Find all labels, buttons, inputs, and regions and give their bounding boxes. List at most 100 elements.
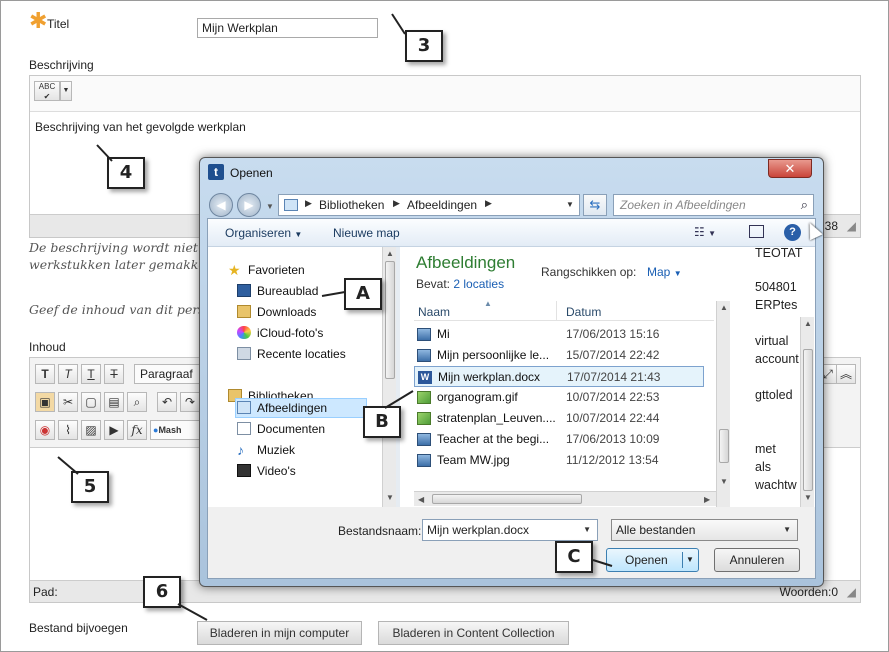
organize-label: Organiseren <box>225 226 292 240</box>
search-box[interactable]: Zoeken in Afbeeldingen ⌕ <box>613 194 814 216</box>
crumb-bibliotheken[interactable]: Bibliotheken <box>319 198 384 212</box>
filename-dropdown-icon[interactable]: ▼ <box>583 525 591 534</box>
content-label: Inhoud <box>29 340 66 354</box>
spellcheck-dropdown-icon[interactable]: ▼ <box>60 81 72 101</box>
description-note-line1: De beschrijving wordt niet a <box>29 240 210 255</box>
browse-content-collection-button[interactable]: Bladeren in Content Collection <box>378 621 569 645</box>
dialog-title: Openen <box>230 166 273 180</box>
find-icon[interactable]: ⌕ <box>127 392 147 412</box>
cancel-button[interactable]: Annuleren <box>714 548 800 572</box>
filename-input[interactable]: Mijn werkplan.docx ▼ <box>422 519 598 541</box>
file-row[interactable]: Mijn persoonlijke le... 15/07/2014 22:42 <box>414 345 704 366</box>
tree-recent[interactable]: Recente locaties <box>237 344 346 364</box>
tree-videos[interactable]: Video's <box>237 461 296 481</box>
dialog-body: Organiseren ▼ Nieuwe map ☷ ▼ ? ★ Favoriet… <box>207 218 816 579</box>
files-scroll-thumb[interactable] <box>719 429 729 463</box>
file-row[interactable]: organogram.gif 10/07/2014 22:53 <box>414 387 704 408</box>
tree-favorites-label: Favorieten <box>248 263 305 277</box>
scroll-right-icon[interactable]: ▶ <box>704 495 710 504</box>
scroll-down-icon[interactable]: ▼ <box>386 493 394 502</box>
tree-music[interactable]: ♪ Muziek <box>237 440 295 460</box>
scroll-left-icon[interactable]: ◀ <box>418 495 424 504</box>
refresh-icon[interactable]: ⇆ <box>583 194 607 216</box>
image-file-icon <box>417 433 431 446</box>
tree-pictures[interactable]: Afbeeldingen <box>237 398 327 418</box>
tree-icloud[interactable]: iCloud-foto's <box>237 323 323 343</box>
media-icon[interactable]: ▶ <box>104 420 124 440</box>
file-row[interactable]: stratenplan_Leuven.... 10/07/2014 22:44 <box>414 408 704 429</box>
help-icon[interactable]: ? <box>784 224 801 241</box>
files-scroll-down-icon[interactable]: ▼ <box>720 477 728 486</box>
navigation-scroll-thumb[interactable] <box>385 261 395 379</box>
crumb-afbeeldingen[interactable]: Afbeeldingen <box>407 198 477 212</box>
bold-icon[interactable]: T <box>35 364 55 384</box>
back-icon[interactable]: ◀ <box>209 193 233 217</box>
tree-documents[interactable]: Documenten <box>237 419 325 439</box>
paragraph-select[interactable]: Paragraaf <box>134 364 202 384</box>
paste-icon[interactable]: ▣ <box>35 392 55 412</box>
file-row[interactable]: Team MW.jpg 11/12/2012 13:54 <box>414 450 704 471</box>
scroll-up-icon[interactable]: ▲ <box>386 249 394 258</box>
preview-scroll-down-icon[interactable]: ▼ <box>804 493 812 502</box>
address-bar[interactable]: ▶ Bibliotheken ▶ Afbeeldingen ▶ ▼ <box>278 194 580 216</box>
title-input[interactable]: Mijn Werkplan <box>197 18 378 38</box>
browse-computer-button[interactable]: Bladeren in mijn computer <box>197 621 362 645</box>
strikethrough-icon[interactable]: T <box>104 364 124 384</box>
content-resize-handle-icon[interactable]: ◢ <box>847 585 856 599</box>
cut-icon[interactable]: ✂ <box>58 392 78 412</box>
open-button[interactable]: Openen ▼ <box>606 548 699 572</box>
file-type-select[interactable]: Alle bestanden ▼ <box>611 519 798 541</box>
paste-text-icon[interactable]: ▤ <box>104 392 124 412</box>
undo-icon[interactable]: ↶ <box>157 392 177 412</box>
close-icon[interactable]: ✕ <box>768 159 812 178</box>
new-folder-button[interactable]: Nieuwe map <box>333 226 400 240</box>
column-name[interactable]: Naam <box>418 305 450 319</box>
locations-link[interactable]: 2 locaties <box>453 277 504 291</box>
desktop-icon <box>237 284 251 297</box>
forward-icon[interactable]: ▶ <box>237 193 261 217</box>
italic-icon[interactable]: T <box>58 364 78 384</box>
file-list-hscrollbar[interactable]: ◀ ▶ <box>414 491 716 506</box>
file-row[interactable]: Teacher at the begi... 17/06/2013 10:09 <box>414 429 704 450</box>
file-name: organogram.gif <box>437 390 518 404</box>
column-divider[interactable] <box>556 301 557 321</box>
file-list-scrollbar[interactable]: ▲ ▼ <box>716 301 730 507</box>
formula-icon[interactable]: fx <box>127 420 147 440</box>
image-icon[interactable]: ▨ <box>81 420 101 440</box>
arrange-by-select[interactable]: Map ▼ <box>647 265 682 279</box>
organize-menu[interactable]: Organiseren ▼ <box>225 226 302 240</box>
navigation-scrollbar[interactable]: ▲ ▼ <box>382 247 396 507</box>
search-input[interactable]: Zoeken in Afbeeldingen <box>620 198 746 212</box>
mashup-button[interactable]: ●Mash <box>150 420 202 440</box>
tree-favorites[interactable]: ★ Favorieten <box>228 260 305 280</box>
redo-icon[interactable]: ↷ <box>180 392 200 412</box>
search-icon[interactable]: ⌕ <box>801 197 808 213</box>
file-type-value: Alle bestanden <box>616 523 696 537</box>
copy-icon[interactable]: ▢ <box>81 392 101 412</box>
file-row[interactable]: W Mijn werkplan.docx 17/07/2014 21:43 <box>414 366 704 387</box>
files-scroll-up-icon[interactable]: ▲ <box>720 303 728 312</box>
file-type-dropdown-icon[interactable]: ▼ <box>783 525 791 534</box>
tree-downloads[interactable]: Downloads <box>237 302 316 322</box>
file-row[interactable]: Mi 17/06/2013 15:16 <box>414 324 704 345</box>
underline-icon[interactable]: T <box>81 364 101 384</box>
column-date[interactable]: Datum <box>566 305 601 319</box>
history-dropdown-icon[interactable]: ▼ <box>266 202 274 211</box>
file-name: stratenplan_Leuven.... <box>437 411 555 425</box>
hscroll-thumb[interactable] <box>432 494 582 504</box>
view-options-icon[interactable]: ☷ ▼ <box>694 225 716 239</box>
spellcheck-icon[interactable]: ABC ✔ <box>34 81 60 101</box>
preview-pane-icon[interactable] <box>749 225 764 238</box>
address-dropdown-icon[interactable]: ▼ <box>566 200 574 209</box>
tree-desktop[interactable]: Bureaublad <box>237 281 318 301</box>
image-file-icon <box>417 454 431 467</box>
content-note: Geef de inhoud van dit pers <box>29 302 205 317</box>
collapse-toolbar-icon[interactable]: ︽ <box>836 364 856 384</box>
library-icon <box>284 199 298 211</box>
file-list-header: Naam ▲ Datum <box>414 301 714 321</box>
attach-icon[interactable]: ⌇ <box>58 420 78 440</box>
resize-handle-icon[interactable]: ◢ <box>847 219 856 233</box>
description-text[interactable]: Beschrijving van het gevolgde werkplan <box>35 120 246 134</box>
record-icon[interactable]: ◉ <box>35 420 55 440</box>
open-dropdown-icon[interactable]: ▼ <box>686 555 694 564</box>
